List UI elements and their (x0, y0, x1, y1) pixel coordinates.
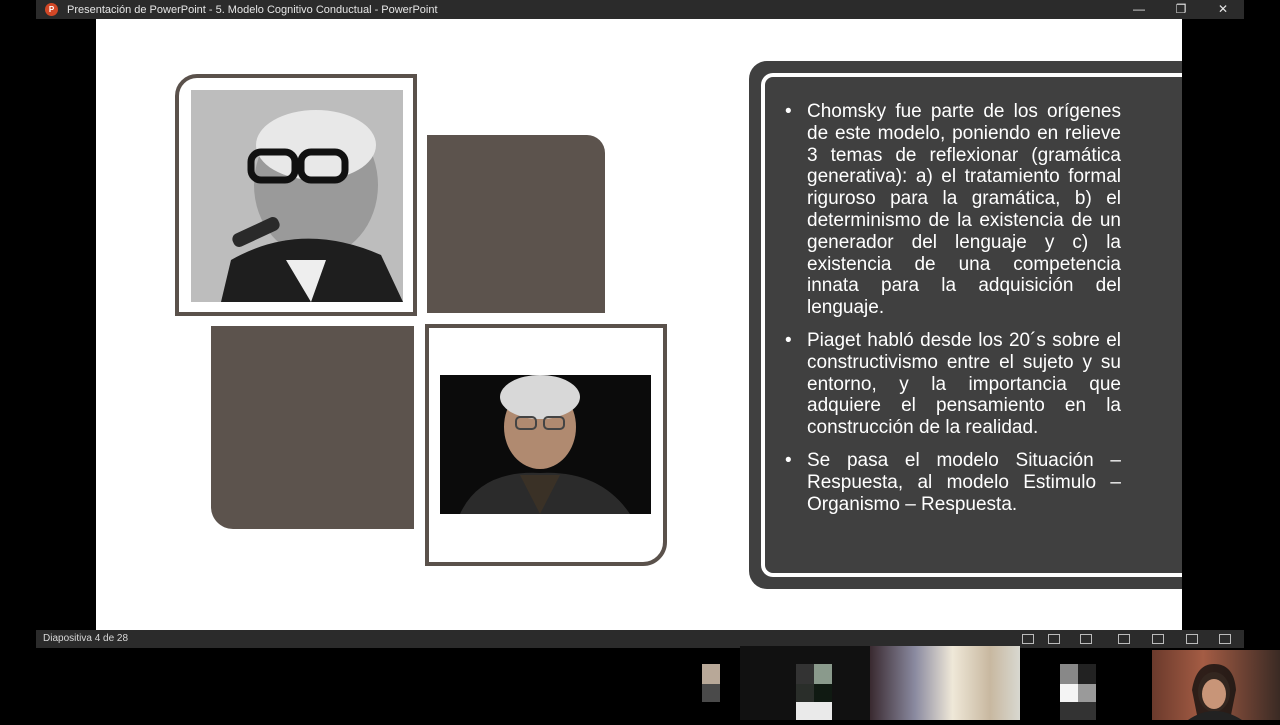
slide-indicator: Diapositiva 4 de 28 (43, 633, 129, 644)
bullet-text: Piaget habló desde los 20´s sobre el con… (807, 329, 1121, 439)
reading-view-icon[interactable] (1186, 634, 1198, 644)
notes-icon[interactable] (1022, 634, 1034, 644)
bullet-item-modelo: • Se pasa el modelo Situación – Respuest… (785, 450, 1121, 515)
comments-icon[interactable] (1048, 634, 1060, 644)
text-panel: • Chomsky fue parte de los orígenes de e… (749, 61, 1182, 589)
restore-button[interactable]: ❐ (1160, 0, 1202, 19)
normal-view-icon[interactable] (1080, 634, 1092, 644)
powerpoint-app-icon: P (45, 3, 58, 16)
text-panel-border: • Chomsky fue parte de los orígenes de e… (761, 73, 1182, 577)
decorative-block-top (427, 135, 605, 313)
close-button[interactable]: ✕ (1202, 0, 1244, 19)
bullet-text: Chomsky fue parte de los orígenes de est… (807, 101, 1121, 319)
slide-sorter-icon[interactable] (1118, 634, 1130, 644)
piaget-photo (191, 90, 403, 302)
slideshow-icon[interactable] (1219, 634, 1231, 644)
webcam-preview (1152, 650, 1280, 720)
bullet-item-piaget: • Piaget habló desde los 20´s sobre el c… (785, 330, 1121, 439)
bullet-marker: • (785, 449, 792, 471)
slide-canvas[interactable]: • Chomsky fue parte de los orígenes de e… (96, 19, 1182, 630)
grid-view-icon[interactable] (1152, 634, 1164, 644)
photo-frame-piaget (175, 74, 417, 316)
window-title: Presentación de PowerPoint - 5. Modelo C… (67, 3, 438, 16)
bullet-marker: • (785, 101, 792, 122)
chomsky-photo (440, 375, 651, 514)
window-title-bar: P Presentación de PowerPoint - 5. Modelo… (36, 0, 1244, 19)
decorative-block-bottom (211, 326, 414, 529)
status-bar: Diapositiva 4 de 28 (36, 630, 1244, 648)
bullet-item-chomsky: • Chomsky fue parte de los orígenes de e… (785, 101, 1121, 319)
bullet-list[interactable]: • Chomsky fue parte de los orígenes de e… (785, 101, 1121, 526)
bullet-marker: • (785, 329, 792, 351)
minimize-button[interactable]: — (1118, 0, 1160, 19)
photo-frame-chomsky (425, 324, 667, 566)
bullet-text: Se pasa el modelo Situación – Respuesta,… (807, 449, 1121, 515)
window-controls: — ❐ ✕ (1118, 0, 1244, 19)
